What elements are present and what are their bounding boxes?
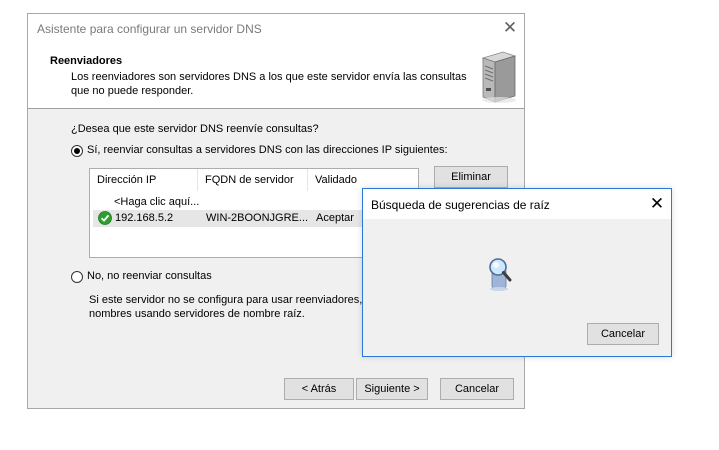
column-divider[interactable] bbox=[307, 169, 308, 191]
check-icon bbox=[98, 211, 112, 225]
remove-button[interactable]: Eliminar bbox=[434, 166, 508, 188]
close-icon[interactable]: ✕ bbox=[498, 16, 522, 40]
close-icon[interactable]: ✕ bbox=[645, 192, 669, 216]
server-icon bbox=[481, 51, 517, 103]
radio-forward-no[interactable] bbox=[71, 271, 83, 283]
row-ip: 192.168.5.2 bbox=[115, 212, 174, 224]
add-forwarder-row[interactable]: <Haga clic aquí... bbox=[114, 196, 199, 208]
radio-forward-yes[interactable] bbox=[71, 145, 83, 157]
root-hints-dialog: Búsqueda de sugerencias de raíz ✕ Cancel… bbox=[362, 188, 672, 357]
cancel-button[interactable]: Cancelar bbox=[440, 378, 514, 400]
column-header-fqdn[interactable]: FQDN de servidor bbox=[205, 174, 294, 186]
column-divider[interactable] bbox=[197, 169, 198, 191]
wizard-header: Reenviadores Los reenviadores son servid… bbox=[28, 44, 524, 109]
header-desc-line: que no puede responder. bbox=[71, 85, 194, 97]
dialog-cancel-button[interactable]: Cancelar bbox=[587, 323, 659, 345]
radio-forward-yes-label[interactable]: Sí, reenviar consultas a servidores DNS … bbox=[87, 144, 448, 156]
radio-forward-no-label[interactable]: No, no reenviar consultas bbox=[87, 270, 212, 282]
row-fqdn: WIN-2BOONJGRE... bbox=[206, 212, 309, 224]
wizard-titlebar[interactable]: Asistente para configurar un servidor DN… bbox=[28, 14, 524, 44]
row-validated: Aceptar bbox=[316, 212, 354, 224]
next-button[interactable]: Siguiente > bbox=[356, 378, 428, 400]
forward-question: ¿Desea que este servidor DNS reenvíe con… bbox=[71, 123, 319, 135]
no-forward-description: Si este servidor no se configura para us… bbox=[89, 293, 379, 321]
column-header-validated[interactable]: Validado bbox=[315, 174, 357, 186]
header-description: Los reenviadores son servidores DNS a lo… bbox=[71, 70, 471, 98]
wizard-title: Asistente para configurar un servidor DN… bbox=[37, 22, 262, 36]
header-desc-line: Los reenviadores son servidores DNS a lo… bbox=[71, 71, 467, 83]
dialog-title: Búsqueda de sugerencias de raíz bbox=[371, 198, 550, 212]
no-desc-line: Si este servidor no se configura para us… bbox=[89, 294, 363, 306]
dialog-titlebar[interactable]: Búsqueda de sugerencias de raíz ✕ bbox=[363, 189, 671, 219]
search-icon bbox=[489, 258, 512, 291]
column-header-ip[interactable]: Dirección IP bbox=[97, 174, 156, 186]
no-desc-line: nombres usando servidores de nombre raíz… bbox=[89, 308, 305, 320]
header-title: Reenviadores bbox=[50, 55, 123, 67]
back-button[interactable]: < Atrás bbox=[284, 378, 354, 400]
